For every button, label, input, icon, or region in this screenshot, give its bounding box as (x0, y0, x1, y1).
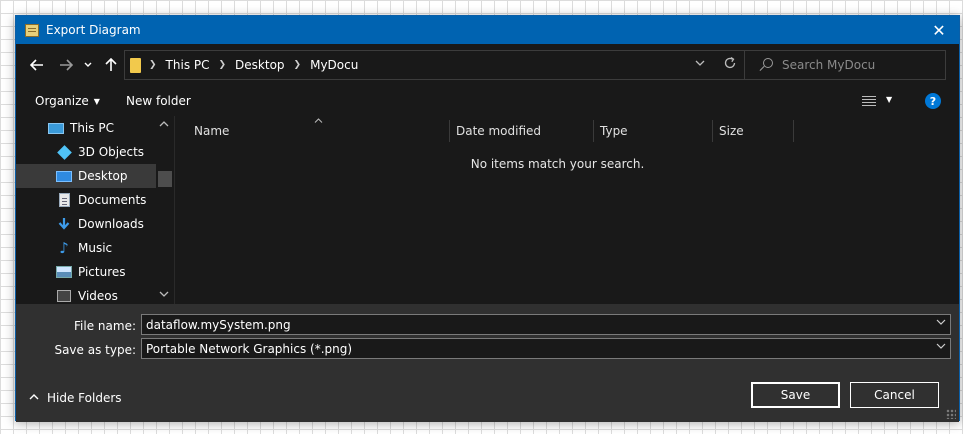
desktop-icon (56, 168, 72, 184)
sidebar-item-pictures[interactable]: Pictures (16, 260, 156, 284)
hide-folders-button[interactable]: Hide Folders (29, 391, 122, 405)
save-as-type-select[interactable]: Portable Network Graphics (*.png) (141, 338, 951, 359)
column-header-name[interactable]: Name (176, 120, 450, 142)
sidebar-item-label: Videos (78, 289, 118, 303)
address-bar[interactable]: ❯ This PC ❯ Desktop ❯ MyDocu (124, 50, 748, 80)
column-header-type[interactable]: Type (594, 120, 713, 142)
sidebar-item-documents[interactable]: Documents (16, 188, 156, 212)
back-arrow-icon[interactable] (28, 56, 46, 74)
search-icon (758, 57, 774, 73)
refresh-icon[interactable] (723, 56, 737, 74)
save-as-type-value: Portable Network Graphics (*.png) (146, 341, 353, 356)
sidebar-item-music[interactable]: ♪ Music (16, 236, 156, 260)
app-icon (25, 23, 39, 37)
view-options-icon[interactable] (862, 96, 876, 106)
filename-label: File name: (74, 319, 136, 333)
sidebar-item-label: Desktop (78, 169, 128, 183)
resize-grip-icon[interactable] (946, 409, 956, 419)
breadcrumb-desktop[interactable]: Desktop (235, 58, 285, 72)
navigation-scrollbar[interactable] (156, 116, 174, 304)
music-icon: ♪ (59, 239, 69, 257)
empty-results-message: No items match your search. (470, 157, 645, 171)
file-list[interactable]: Name Date modified Type Size No items ma… (176, 116, 959, 304)
cube-icon (56, 144, 72, 160)
column-header-size[interactable]: Size (713, 120, 794, 142)
filename-field[interactable]: dataflow.mySystem.png (141, 314, 951, 335)
help-icon[interactable]: ? (925, 93, 941, 109)
sidebar-item-label: 3D Objects (78, 145, 145, 159)
organize-label: Organize (35, 94, 89, 108)
export-dialog: Export Diagram ✕ ❯ This PC ❯ Desktop ❯ M… (15, 15, 960, 422)
organize-button[interactable]: Organize ▼ (35, 94, 100, 108)
filename-chevron-down-icon[interactable] (936, 318, 946, 328)
cancel-button[interactable]: Cancel (850, 382, 939, 408)
computer-icon (48, 120, 64, 136)
up-arrow-icon[interactable] (102, 56, 120, 74)
document-icon (56, 192, 72, 208)
sidebar-item-this-pc[interactable]: This PC (16, 116, 156, 140)
dialog-footer: Hide Folders Save Cancel (16, 368, 959, 422)
picture-icon (56, 264, 72, 280)
breadcrumb-chevron-icon[interactable]: ❯ (219, 60, 227, 70)
new-folder-button[interactable]: New folder (126, 94, 191, 108)
navigation-pane: This PC 3D Objects Desktop Documents Dow… (16, 116, 175, 304)
sidebar-item-label: Music (78, 241, 113, 255)
sidebar-item-label: Pictures (78, 265, 126, 279)
content-area: This PC 3D Objects Desktop Documents Dow… (16, 116, 959, 304)
column-header-date-modified[interactable]: Date modified (450, 120, 594, 142)
close-icon[interactable]: ✕ (919, 16, 959, 44)
hide-folders-label: Hide Folders (47, 391, 122, 405)
forward-arrow-icon[interactable] (57, 56, 75, 74)
folder-icon (130, 57, 141, 73)
search-box[interactable] (744, 50, 946, 80)
video-icon (56, 288, 72, 304)
breadcrumb-this-pc[interactable]: This PC (166, 58, 210, 72)
scroll-up-chevron-icon[interactable] (159, 120, 169, 130)
sidebar-item-label: Downloads (78, 217, 144, 231)
breadcrumb-chevron-icon[interactable]: ❯ (149, 60, 157, 70)
save-as-type-chevron-down-icon[interactable] (936, 342, 946, 352)
filename-value: dataflow.mySystem.png (146, 317, 291, 332)
view-options-chevron-down-icon[interactable]: ▼ (886, 95, 892, 104)
recent-locations-chevron-down-icon[interactable] (82, 56, 94, 74)
breadcrumb-chevron-icon[interactable]: ❯ (294, 60, 302, 70)
save-as-type-label: Save as type: (54, 343, 136, 357)
scrollbar-thumb[interactable] (158, 171, 172, 187)
sidebar-item-desktop[interactable]: Desktop (16, 164, 156, 188)
sidebar-item-label: Documents (78, 193, 147, 207)
title-bar[interactable]: Export Diagram ✕ (16, 16, 959, 44)
command-toolbar: Organize ▼ New folder ▼ ? (16, 86, 959, 116)
window-title: Export Diagram (46, 23, 141, 37)
chevron-up-icon (29, 393, 39, 403)
address-dropdown-chevron-icon[interactable] (695, 58, 705, 69)
download-icon (56, 216, 72, 232)
navigation-bar: ❯ This PC ❯ Desktop ❯ MyDocu (16, 44, 959, 86)
sidebar-item-label: This PC (70, 121, 114, 135)
save-form: File name: dataflow.mySystem.png Save as… (16, 304, 959, 368)
organize-chevron-down-icon: ▼ (93, 97, 100, 106)
search-input[interactable] (782, 58, 932, 72)
scroll-down-chevron-icon[interactable] (159, 290, 169, 300)
breadcrumb-mydocu[interactable]: MyDocu (310, 58, 358, 72)
sidebar-item-downloads[interactable]: Downloads (16, 212, 156, 236)
save-button[interactable]: Save (751, 382, 840, 408)
sidebar-item-3d-objects[interactable]: 3D Objects (16, 140, 156, 164)
